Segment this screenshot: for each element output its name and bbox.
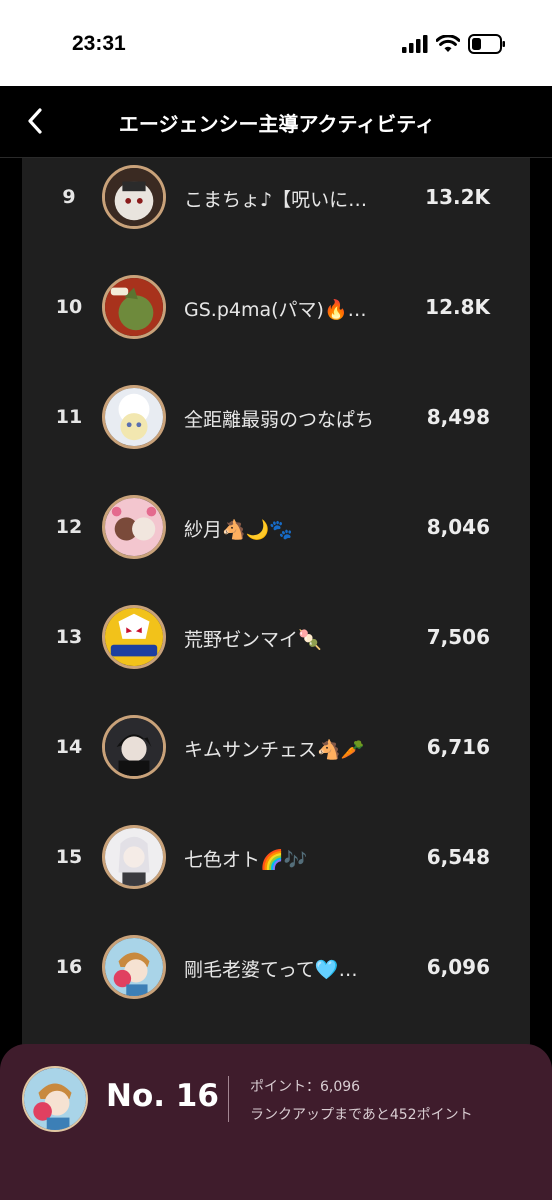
user-name: 全距離最弱のつなぱち (184, 409, 375, 431)
avatar (102, 495, 166, 559)
user-name: 剛毛老婆てって🩵… (184, 959, 358, 981)
rank-number: 16 (55, 956, 83, 978)
rank-number: 13 (55, 626, 83, 648)
page-title: エージェンシー主導アクティビティ (118, 112, 436, 136)
my-avatar (22, 1066, 88, 1132)
list-item-rank-10[interactable]: 10 GS.p4ma(パマ)🔥… 12.8K (0, 273, 552, 343)
rank-number: 10 (55, 296, 83, 318)
avatar (102, 275, 166, 339)
list-item-rank-15[interactable]: 15 七色オト🌈🎶 6,548 (0, 823, 552, 893)
points-value: 12.8K (425, 295, 490, 319)
rank-number: 9 (62, 186, 76, 208)
rank-up-remaining: ランクアップまであと452ポイント (250, 1107, 473, 1123)
points-value: 13.2K (425, 185, 490, 209)
user-name: GS.p4ma(パマ)🔥… (184, 299, 367, 321)
list-item-rank-14[interactable]: 14 キムサンチェス🐴🥕 6,716 (0, 713, 552, 783)
status-icons (402, 34, 506, 54)
points-value: 6,716 (426, 735, 490, 759)
points-value: 6,096 (426, 955, 490, 979)
avatar (102, 935, 166, 999)
list-item-rank-9[interactable]: 9 こまちょ♪【呪いに… 13.2K (0, 163, 552, 233)
status-time: 23:31 (72, 32, 126, 55)
list-item-rank-13[interactable]: 13 荒野ゼンマイ🍡 7,506 (0, 603, 552, 673)
rank-number: 14 (55, 736, 83, 758)
user-name: 七色オト🌈🎶 (184, 849, 308, 871)
points-value: 6,548 (426, 845, 490, 869)
user-name: 荒野ゼンマイ🍡 (184, 629, 322, 651)
rank-number: 12 (55, 516, 83, 538)
divider (228, 1076, 229, 1122)
my-points: ポイント：6,096 (250, 1079, 361, 1095)
avatar (102, 825, 166, 889)
nav-bar: エージェンシー主導アクティビティ (0, 86, 552, 158)
avatar (102, 715, 166, 779)
rank-number: 15 (55, 846, 83, 868)
points-value: 7,506 (426, 625, 490, 649)
avatar (102, 385, 166, 449)
user-name: キムサンチェス🐴🥕 (184, 739, 365, 761)
points-value: 8,498 (426, 405, 490, 429)
avatar (102, 605, 166, 669)
my-rank-number: No. 16 (106, 1078, 219, 1114)
list-item-rank-12[interactable]: 12 紗月🐴🌙🐾 8,046 (0, 493, 552, 563)
user-name: こまちょ♪【呪いに… (184, 189, 368, 211)
status-bar: 23:31 (0, 0, 552, 86)
rank-number: 11 (55, 406, 83, 428)
signal-icon (402, 35, 428, 53)
avatar (102, 165, 166, 229)
list-item-rank-16[interactable]: 16 剛毛老婆てって🩵… 6,096 (0, 933, 552, 1003)
points-value: 8,046 (426, 515, 490, 539)
list-item-rank-11[interactable]: 11 全距離最弱のつなぱち 8,498 (0, 383, 552, 453)
wifi-icon (436, 35, 460, 52)
battery-icon (468, 34, 505, 54)
my-rank-card: No. 16 ポイント：6,096 ランクアップまであと452ポイント (0, 1044, 552, 1200)
user-name: 紗月🐴🌙🐾 (184, 519, 293, 541)
